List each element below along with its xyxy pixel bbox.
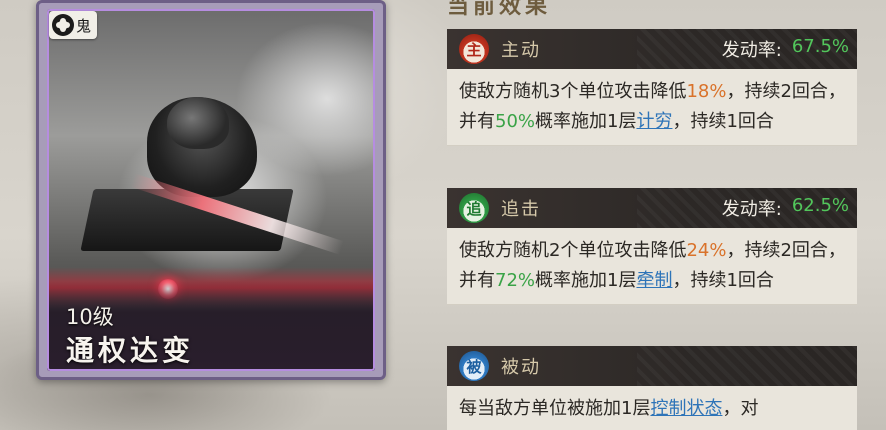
effect-active: 主 主动 发动率: 67.5% 使敌方随机3个单位攻击降低18%，持续2回合，并… [447,29,857,146]
faction-badge: 鬼 [49,11,97,39]
effect-pursuit: 追 追击 发动率: 62.5% 使敌方随机2个单位攻击降低24%，持续2回合，并… [447,188,857,305]
effect-header: 被 被动 [447,346,857,386]
description-text: ，对 [722,398,759,419]
effect-description: 每当敌方单位被施加1层控制状态，对 [447,386,857,430]
trigger-rate: 发动率: 67.5% [722,36,849,62]
highlight-value: 50% [495,111,536,132]
passive-skill-icon: 被 [459,351,489,381]
card-title: 通权达变 [66,334,195,367]
description-text: 概率施加1层 [535,111,637,132]
description-text: 每当敌方单位被施加1层 [459,398,651,419]
section-title: 当前效果 [447,0,552,19]
highlight-value: 24% [686,240,727,261]
trigger-rate-value: 67.5% [791,36,849,57]
trigger-rate: 发动率: 62.5% [722,195,849,221]
description-text: ，持续1回合 [672,111,774,132]
keyword-link[interactable]: 计穷 [636,111,672,132]
description-text: 使敌方随机2个单位攻击降低 [459,240,687,261]
highlight-value: 72% [495,270,536,291]
trigger-rate-label: 发动率: [721,199,782,220]
trigger-rate-value: 62.5% [791,195,849,216]
effect-header: 主 主动 发动率: 67.5% [447,29,857,69]
effect-description: 使敌方随机2个单位攻击降低24%，持续2回合，并有72%概率施加1层牵制，持续1… [447,228,857,305]
highlight-value: 18% [686,81,727,102]
effect-description: 使敌方随机3个单位攻击降低18%，持续2回合，并有50%概率施加1层计穷，持续1… [447,69,857,146]
statue-head [167,97,229,149]
pursuit-skill-icon: 追 [459,193,489,223]
keyword-link[interactable]: 牵制 [636,270,672,291]
description-text: ，持续1回合 [672,270,774,291]
effect-passive: 被 被动 每当敌方单位被施加1层控制状态，对 [447,346,857,430]
description-text: 概率施加1层 [535,270,637,291]
active-skill-icon: 主 [459,34,489,64]
effect-type-label: 主动 [501,40,541,61]
effect-header: 追 追击 发动率: 62.5% [447,188,857,228]
keyword-link[interactable]: 控制状态 [650,398,722,419]
faction-badge-label: 鬼 [76,16,92,35]
crest-icon [52,14,74,36]
effect-type-label: 追击 [501,199,541,220]
description-text: 使敌方随机3个单位攻击降低 [459,81,687,102]
card-level: 10级 [66,305,114,329]
skill-card[interactable]: 鬼 10级 通权达变 [36,0,386,380]
trigger-rate-label: 发动率: [721,40,782,61]
effect-type-label: 被动 [501,357,541,378]
